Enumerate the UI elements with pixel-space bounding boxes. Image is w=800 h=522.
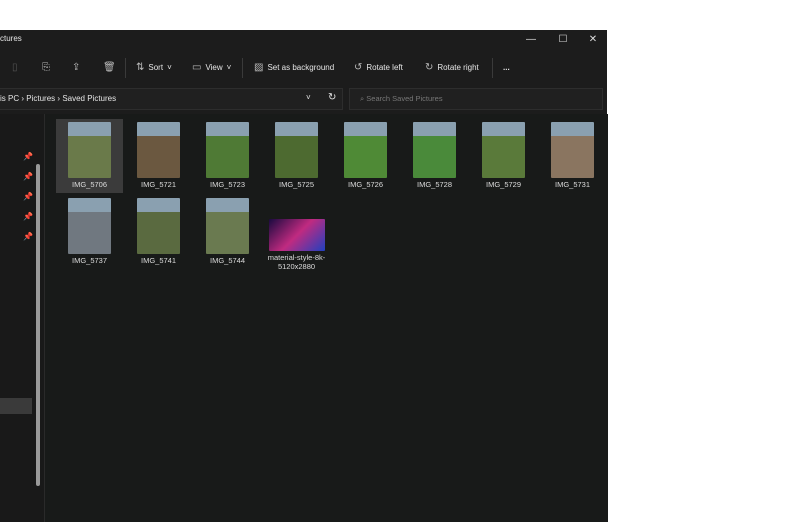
breadcrumb-saved-pictures[interactable]: Saved Pictures [62,94,116,103]
thumbnail-image [206,122,249,178]
breadcrumb-separator: › [21,94,25,103]
pin-icon: 📌 [23,192,33,201]
file-name: IMG_5706 [71,180,108,189]
pin-icon: 📌 [23,212,33,221]
file-name: IMG_5721 [140,180,177,189]
rotate-left-button[interactable]: ↺ Rotate left [354,56,403,78]
sort-button[interactable]: ⇅ Sort ˅ [136,56,172,78]
paste-icon[interactable]: ▯ [12,56,18,78]
file-item[interactable]: IMG_5729 [470,119,537,189]
chevron-down-icon: ˅ [167,62,172,72]
breadcrumb: is PC › Pictures › Saved Pictures [0,94,116,103]
sort-icon: ⇅ [136,61,145,73]
file-item[interactable]: IMG_5728 [401,119,468,189]
file-explorer-window: ctures — ☐ ✕ ▯ ⎘ ⇪ 🗑 ⇅ Sort ˅ ▭ View ˅ ▨ Set … [0,30,608,522]
rename-icon[interactable]: ⎘ [42,56,50,78]
minimize-button[interactable]: — [516,30,546,50]
file-name: IMG_5744 [209,256,246,265]
thumbnail-image [275,122,318,178]
file-name: IMG_5729 [485,180,522,189]
view-icon: ▭ [192,61,202,73]
thumbnail-image [482,122,525,178]
pin-icon: 📌 [23,232,33,241]
file-name: IMG_5731 [554,180,591,189]
file-name: IMG_5725 [278,180,315,189]
rotate-right-button[interactable]: ↻ Rotate right [425,56,479,78]
thumbnail-image [206,198,249,254]
thumbnail-image [413,122,456,178]
address-bar[interactable]: is PC › Pictures › Saved Pictures ˅ ↻ [0,88,343,110]
breadcrumb-separator: › [57,94,61,103]
search-icon: ⌕ [360,94,365,103]
file-name: IMG_5726 [347,180,384,189]
delete-icon[interactable]: 🗑 [103,56,116,78]
address-history-chevron-icon[interactable]: ˅ [306,93,311,102]
nav-scrollbar[interactable] [36,164,40,486]
file-item[interactable]: IMG_5731 [539,119,606,189]
file-item[interactable]: IMG_5737 [56,195,123,265]
thumbnail-image [551,122,594,178]
rotate-left-icon: ↺ [354,61,363,73]
rotate-right-icon: ↻ [425,61,434,73]
window-title: ctures [0,34,22,43]
file-item[interactable]: IMG_5726 [332,119,399,189]
set-as-background-button[interactable]: ▨ Set as background [254,56,334,78]
view-button[interactable]: ▭ View ˅ [192,56,231,78]
breadcrumb-this-pc[interactable]: is PC [0,94,19,103]
breadcrumb-pictures[interactable]: Pictures [26,94,55,103]
thumbnail-image [68,198,111,254]
file-name: material-style-8k-5120x2880 [267,253,326,271]
pin-icon: 📌 [23,152,33,161]
search-input[interactable]: ⌕ Search Saved Pictures [349,88,603,110]
file-item[interactable]: IMG_5741 [125,195,192,265]
file-item[interactable]: IMG_5723 [194,119,261,189]
thumbnail-image [268,219,325,251]
file-name: IMG_5728 [416,180,453,189]
chevron-down-icon: ˅ [226,62,232,72]
file-name: IMG_5723 [209,180,246,189]
image-icon: ▨ [254,61,264,73]
thumbnail-image [137,122,180,178]
thumbnail-image [344,122,387,178]
file-item[interactable]: material-style-8k-5120x2880 [263,195,330,271]
refresh-icon[interactable]: ↻ [328,92,336,103]
pin-icon: 📌 [23,172,33,181]
share-icon[interactable]: ⇪ [72,56,80,78]
thumbnail-image [137,198,180,254]
file-item[interactable]: IMG_5706 [56,119,123,193]
file-item[interactable]: IMG_5744 [194,195,261,265]
file-item[interactable]: IMG_5725 [263,119,330,189]
file-grid: IMG_5706 IMG_5721 IMG_5723 IMG_5725 IMG_5726… [44,114,608,522]
thumbnail-image [68,122,111,178]
file-name: IMG_5737 [71,256,108,265]
nav-selected-item[interactable] [0,398,32,414]
maximize-button[interactable]: ☐ [548,30,578,50]
file-item[interactable]: IMG_5721 [125,119,192,189]
close-button[interactable]: ✕ [578,30,608,50]
file-name: IMG_5741 [140,256,177,265]
more-options-button[interactable]: ... [503,56,510,78]
